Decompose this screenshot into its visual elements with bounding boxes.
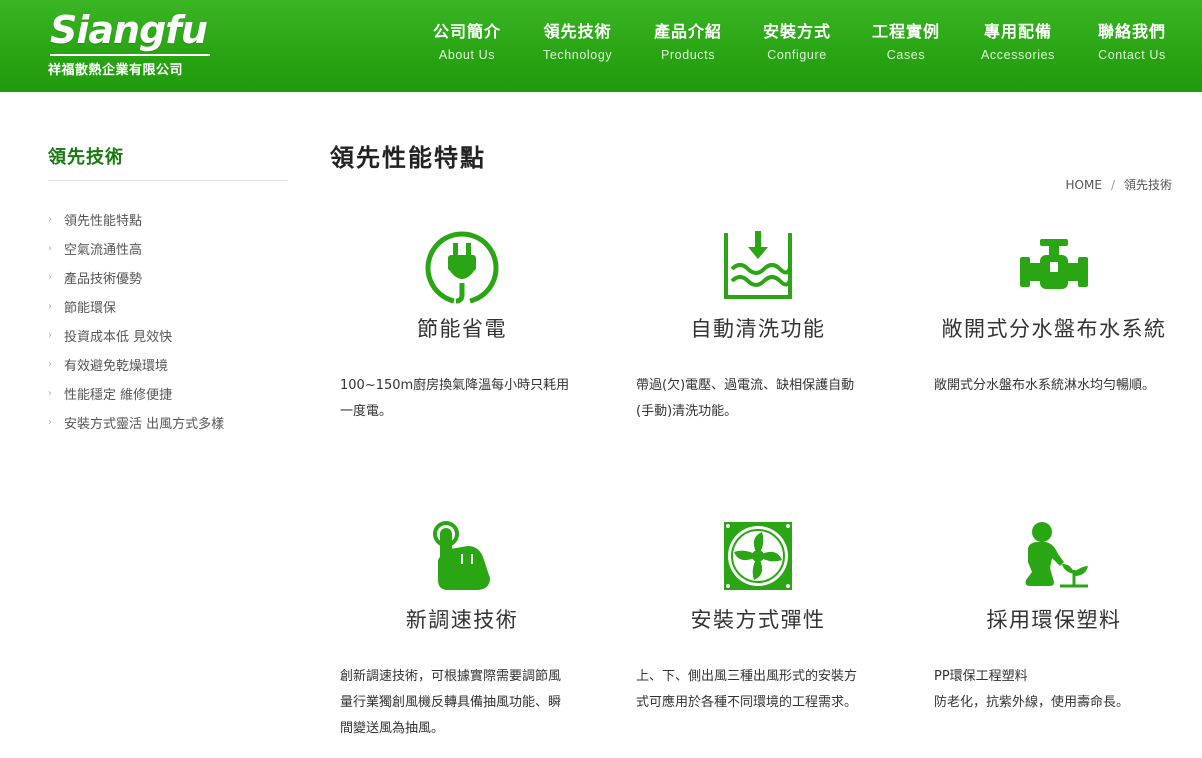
- sidebar-item-label: 性能穩定 維修便捷: [64, 388, 173, 403]
- breadcrumb-home-link[interactable]: HOME: [1066, 178, 1102, 192]
- chevron-right-icon: ›: [48, 301, 52, 312]
- sidebar-menu: › 領先性能特點 › 空氣流通性高 › 產品技術優勢 › 節能環保 › 投資成本低 見效快…: [48, 205, 224, 437]
- sidebar-item-label: 領先性能特點: [64, 214, 143, 229]
- fan-icon: [608, 520, 908, 596]
- eco-plant-icon: [904, 520, 1202, 596]
- feature-description: 敞開式分水盤布水系統淋水均勻暢順。: [934, 373, 1194, 399]
- chevron-right-icon: ›: [48, 272, 52, 283]
- nav-label-en: Accessories: [981, 48, 1055, 62]
- nav-contact-us[interactable]: 聯絡我們 Contact Us: [1098, 18, 1166, 62]
- nav-label-zh: 公司簡介: [433, 22, 502, 41]
- sidebar-item-stability[interactable]: › 性能穩定 維修便捷: [48, 379, 224, 408]
- sidebar-item-advantages[interactable]: › 產品技術優勢: [48, 263, 224, 292]
- nav-label-zh: 工程實例: [872, 22, 941, 41]
- breadcrumb-separator: /: [1110, 178, 1115, 192]
- water-clean-icon: [608, 229, 908, 305]
- sidebar-item-label: 產品技術優勢: [64, 272, 143, 287]
- feature-description: PP環保工程塑料 防老化，抗紫外線，使用壽命長。: [934, 664, 1194, 716]
- nav-label-en: Technology: [543, 48, 613, 62]
- feature-description-line: 帶過(欠)電壓、過電流、缺相保護自動: [636, 378, 855, 393]
- feature-description-line: 一度電。: [340, 404, 393, 419]
- nav-label-zh: 專用配備: [983, 22, 1052, 41]
- nav-label-zh: 領先技術: [543, 22, 612, 41]
- sidebar-item-performance[interactable]: › 領先性能特點: [48, 205, 224, 234]
- power-plug-icon: [312, 229, 612, 305]
- nav-label-zh: 產品介紹: [654, 22, 723, 41]
- nav-label-en: Products: [660, 48, 716, 62]
- nav-accessories[interactable]: 專用配備 Accessories: [981, 18, 1055, 62]
- nav-label-zh: 安裝方式: [763, 22, 832, 41]
- feature-description: 帶過(欠)電壓、過電流、缺相保護自動 (手動)清洗功能。: [636, 373, 886, 425]
- feature-description: 100~150m廚房換氣降溫每小時只耗用 一度電。: [340, 373, 590, 425]
- nav-label-en: Configure: [767, 48, 827, 62]
- feature-description-line: 敞開式分水盤布水系統淋水均勻暢順。: [934, 378, 1156, 393]
- main-nav: 公司簡介 About Us 領先技術 Technology 產品介紹 Produ…: [0, 0, 1202, 92]
- chevron-right-icon: ›: [48, 243, 52, 254]
- feature-description: 創新調速技術，可根據實際需要調節風 量行業獨創風機反轉具備抽風功能、瞬 間變送風…: [340, 664, 590, 742]
- sidebar-item-label: 有效避免乾燥環境: [64, 359, 169, 374]
- feature-description-line: (手動)清洗功能。: [636, 404, 738, 419]
- sidebar-title: 領先技術: [48, 147, 124, 168]
- feature-description-line: 創新調速技術，可根據實際需要調節風: [340, 669, 562, 684]
- feature-title: 採用環保塑料: [986, 608, 1122, 632]
- nav-products[interactable]: 產品介紹 Products: [654, 18, 722, 62]
- feature-title: 節能省電: [417, 317, 507, 341]
- sidebar-divider: [48, 180, 288, 181]
- nav-about-us[interactable]: 公司簡介 About Us: [433, 18, 501, 62]
- touch-hand-icon: [312, 520, 612, 596]
- breadcrumb-current: 領先技術: [1123, 178, 1172, 192]
- sidebar-item-low-cost[interactable]: › 投資成本低 見效快: [48, 321, 224, 350]
- chevron-right-icon: ›: [48, 388, 52, 399]
- sidebar-item-eco[interactable]: › 節能環保: [48, 292, 224, 321]
- chevron-right-icon: ›: [48, 330, 52, 341]
- sidebar-item-airflow[interactable]: › 空氣流通性高: [48, 234, 224, 263]
- sidebar-item-label: 空氣流通性高: [64, 243, 143, 258]
- nav-label-zh: 聯絡我們: [1098, 22, 1167, 41]
- feature-description-line: 間變送風為抽風。: [340, 721, 445, 736]
- feature-description-line: 上、下、側出風三種出風形式的安裝方: [636, 669, 858, 684]
- nav-label-en: About Us: [438, 48, 496, 62]
- feature-title: 新調速技術: [405, 608, 519, 632]
- sidebar-item-label: 安裝方式靈活 出風方式多樣: [64, 417, 225, 432]
- breadcrumb: HOME / 領先技術: [1066, 176, 1172, 193]
- pipe-valve-icon: [904, 229, 1202, 305]
- nav-technology[interactable]: 領先技術 Technology: [543, 18, 612, 62]
- feature-description-line: 量行業獨創風機反轉具備抽風功能、瞬: [340, 695, 562, 710]
- chevron-right-icon: ›: [48, 359, 52, 370]
- nav-cases[interactable]: 工程實例 Cases: [872, 18, 940, 62]
- site-header: Siangfu 祥福散熱企業有限公司 公司簡介 About Us 領先技術 Te…: [0, 0, 1202, 92]
- feature-description-line: PP環保工程塑料: [934, 669, 1028, 684]
- feature-title: 自動清洗功能: [690, 317, 826, 341]
- feature-description-line: 式可應用於各種不同環境的工程需求。: [636, 695, 858, 710]
- feature-description-line: 防老化，抗紫外線，使用壽命長。: [934, 695, 1130, 710]
- feature-title: 安裝方式彈性: [690, 608, 826, 632]
- sidebar-item-install[interactable]: › 安裝方式靈活 出風方式多樣: [48, 408, 224, 437]
- chevron-right-icon: ›: [48, 417, 52, 428]
- feature-description: 上、下、側出風三種出風形式的安裝方 式可應用於各種不同環境的工程需求。: [636, 664, 886, 716]
- nav-label-en: Cases: [886, 48, 926, 62]
- sidebar-item-humidity[interactable]: › 有效避免乾燥環境: [48, 350, 224, 379]
- sidebar-item-label: 投資成本低 見效快: [64, 330, 173, 345]
- feature-description-line: 100~150m廚房換氣降溫每小時只耗用: [340, 378, 570, 393]
- page-title: 領先性能特點: [330, 144, 486, 172]
- feature-title: 敞開式分水盤布水系統: [941, 317, 1167, 341]
- chevron-right-icon: ›: [48, 214, 52, 225]
- sidebar-item-label: 節能環保: [64, 301, 117, 316]
- nav-label-en: Contact Us: [1098, 48, 1166, 62]
- nav-configure[interactable]: 安裝方式 Configure: [763, 18, 831, 62]
